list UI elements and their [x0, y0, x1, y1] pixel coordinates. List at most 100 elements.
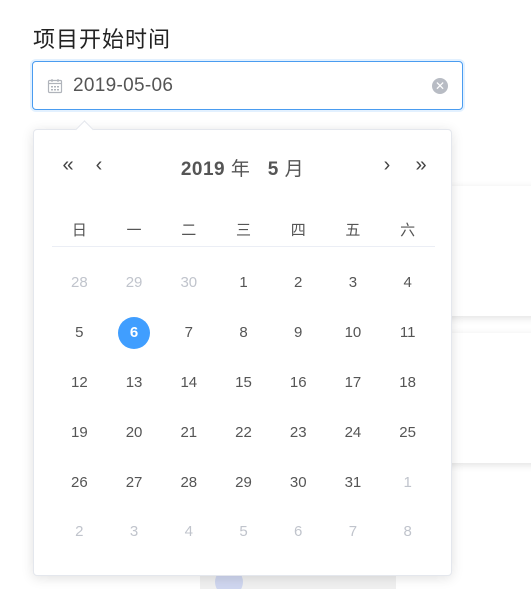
day-number: 10	[344, 324, 362, 342]
day-cell[interactable]: 28	[52, 258, 107, 308]
year-suffix: 年	[230, 159, 251, 180]
day-cell[interactable]: 6	[271, 507, 326, 557]
next-year-button[interactable]: »	[408, 148, 434, 182]
day-cell[interactable]: 30	[161, 258, 216, 308]
day-cell[interactable]: 27	[107, 457, 162, 507]
year-label[interactable]: 2019	[181, 159, 225, 180]
day-cell[interactable]: 12	[52, 358, 107, 408]
month-label[interactable]: 5	[268, 159, 279, 180]
field-label: 项目开始时间	[33, 27, 172, 52]
day-number: 4	[403, 274, 412, 292]
day-number: 30	[289, 473, 307, 491]
day-number: 17	[344, 373, 362, 391]
day-cell[interactable]: 5	[52, 308, 107, 358]
day-cell[interactable]: 15	[216, 358, 271, 408]
day-cell[interactable]: 20	[107, 407, 162, 457]
day-cell[interactable]: 17	[326, 358, 381, 408]
day-cell[interactable]: 29	[216, 457, 271, 507]
day-cell[interactable]: 23	[271, 407, 326, 457]
day-cell[interactable]: 29	[107, 258, 162, 308]
date-value: 2019-05-06	[73, 74, 174, 96]
day-cell[interactable]: 13	[107, 358, 162, 408]
day-cell[interactable]: 4	[380, 258, 435, 308]
day-cell[interactable]: 24	[326, 407, 381, 457]
day-number: 11	[399, 324, 416, 342]
day-number: 8	[403, 523, 412, 541]
day-cell[interactable]: 16	[271, 358, 326, 408]
days-grid: 28 29 30 1 2 3 4 5 6 7 8 9 10 11 12 13 14 15 16 17 18 19 20 21 2…	[52, 258, 435, 557]
day-cell[interactable]: 8	[380, 507, 435, 557]
day-number: 30	[180, 274, 198, 292]
day-number: 6	[294, 523, 303, 541]
day-cell[interactable]: 14	[161, 358, 216, 408]
weekday-label: 一	[126, 222, 142, 239]
day-number: 3	[348, 274, 358, 292]
calendar-icon	[46, 77, 64, 95]
day-cell[interactable]: 2	[52, 507, 107, 557]
day-number: 16	[289, 373, 307, 391]
day-number: 7	[348, 523, 358, 541]
day-cell[interactable]: 1	[216, 258, 271, 308]
next-month-button[interactable]: ›	[374, 148, 400, 182]
day-cell[interactable]: 28	[161, 457, 216, 507]
day-number: 23	[289, 423, 307, 441]
weekday-label: 二	[181, 222, 197, 239]
clear-icon[interactable]: ✕	[432, 77, 448, 94]
day-cell[interactable]: 26	[52, 457, 107, 507]
day-number: 5	[75, 324, 84, 342]
background-card	[440, 186, 531, 316]
day-cell[interactable]: 18	[380, 358, 435, 408]
day-cell[interactable]: 31	[326, 457, 381, 507]
date-picker-popup: « ‹ 2019 年 5 月 › » 日 一 二 三 四 五 六 28 29 30 1…	[33, 120, 452, 576]
day-number: 5	[239, 523, 248, 541]
day-number: 9	[294, 324, 303, 342]
day-cell[interactable]: 9	[271, 308, 326, 358]
day-cell[interactable]: 3	[107, 507, 162, 557]
day-cell[interactable]: 21	[161, 407, 216, 457]
weekday-label: 日	[71, 222, 87, 239]
day-cell[interactable]: 7	[326, 507, 381, 557]
day-number: 12	[71, 373, 88, 391]
day-cell[interactable]: 2	[271, 258, 326, 308]
day-number: 2	[75, 523, 84, 541]
day-cell[interactable]: 1	[380, 457, 435, 507]
day-number: 28	[71, 274, 88, 292]
weekday-header: 日 一 二 三 四 五 六	[52, 216, 435, 247]
day-number: 15	[235, 373, 252, 391]
day-cell[interactable]: 11	[380, 308, 435, 358]
weekday-label: 六	[400, 222, 416, 239]
date-input[interactable]: 2019-05-06 ✕	[32, 61, 463, 110]
day-cell[interactable]: 5	[216, 507, 271, 557]
day-cell[interactable]: 30	[271, 457, 326, 507]
day-number: 1	[403, 473, 412, 491]
day-number: 8	[239, 324, 248, 342]
day-number: 7	[184, 324, 193, 342]
day-cell-selected[interactable]: 6	[107, 308, 162, 358]
day-number: 24	[344, 423, 362, 441]
day-number: 25	[399, 423, 416, 441]
day-number: 22	[235, 423, 252, 441]
weekday-label: 五	[345, 222, 361, 239]
day-cell[interactable]: 8	[216, 308, 271, 358]
day-cell[interactable]: 3	[326, 258, 381, 308]
day-number: 19	[71, 423, 88, 441]
day-number: 21	[180, 423, 198, 441]
day-cell[interactable]: 4	[161, 507, 216, 557]
day-number: 26	[71, 473, 88, 491]
day-number: 13	[125, 373, 143, 391]
day-number: 14	[180, 373, 198, 391]
day-number: 4	[184, 523, 193, 541]
day-cell[interactable]: 22	[216, 407, 271, 457]
weekday-label: 四	[290, 222, 306, 239]
day-cell[interactable]: 19	[52, 407, 107, 457]
day-number: 2	[294, 274, 303, 292]
day-cell[interactable]: 7	[161, 308, 216, 358]
day-number: 31	[344, 473, 362, 491]
page: 项目开始时间 2019-05-06 ✕ « ‹ 2019 年 5 月 › » 日…	[0, 0, 531, 589]
day-cell[interactable]: 10	[326, 308, 381, 358]
day-number: 18	[399, 373, 416, 391]
day-number: 6	[118, 316, 151, 349]
background-card	[440, 333, 531, 463]
day-number: 27	[125, 473, 143, 491]
day-cell[interactable]: 25	[380, 407, 435, 457]
